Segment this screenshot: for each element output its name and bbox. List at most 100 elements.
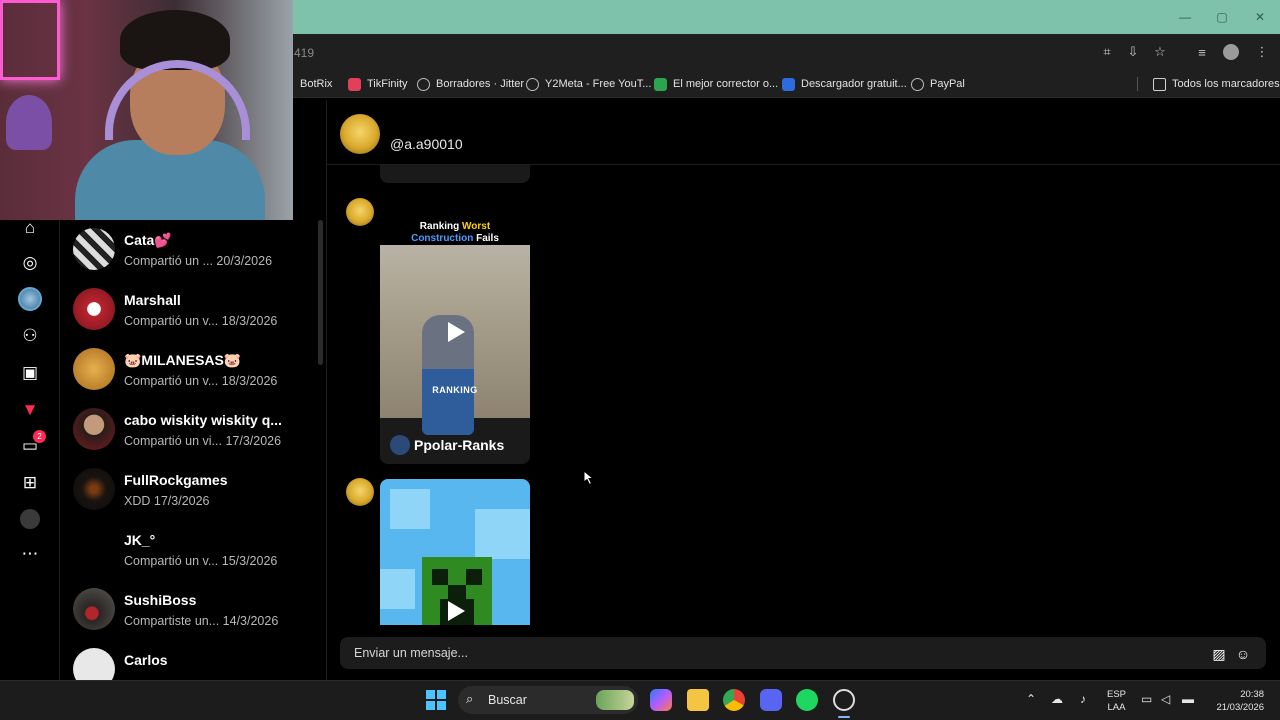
image-attach-icon[interactable]: ▨ <box>1210 645 1228 663</box>
bookmark-tikfinity[interactable]: TikFinity <box>348 75 408 93</box>
conversation-item-marshall[interactable]: Marshall Compartió un v... 18/3/2026 <box>73 280 318 340</box>
message-input[interactable] <box>354 637 1194 669</box>
conversation-preview: Compartió un vi... 17/3/2026 <box>124 434 282 448</box>
play-icon[interactable] <box>448 322 465 342</box>
chrome-icon[interactable] <box>723 689 745 711</box>
app-icon[interactable] <box>833 689 855 711</box>
avatar <box>73 348 115 390</box>
conversation-item-fullrockgames[interactable]: FullRockgames XDD 17/3/2026 <box>73 460 318 520</box>
bookmark-corrector[interactable]: El mejor corrector o... <box>654 75 778 93</box>
avatar <box>73 468 115 510</box>
conversation-preview: Compartió un v... 18/3/2026 <box>124 314 278 328</box>
folder-icon <box>1153 77 1166 91</box>
install-app-icon[interactable]: ⇩ <box>1124 43 1142 61</box>
home-icon[interactable]: ⌂ <box>18 216 42 240</box>
author-avatar <box>390 435 410 455</box>
windows-start-icon[interactable] <box>426 690 446 710</box>
conversation-name: JK_° <box>124 532 156 548</box>
conversation-preview: Compartiste un... 14/3/2026 <box>124 614 279 628</box>
emoji-icon[interactable]: ☺ <box>1234 645 1252 663</box>
author-name: Ppolar-Ranks <box>414 437 505 453</box>
activity-icon[interactable]: ▼ <box>18 398 42 422</box>
maximize-button[interactable]: ▢ <box>1203 0 1241 34</box>
conversation-name: Marshall <box>124 292 181 308</box>
avatar <box>73 408 115 450</box>
bookmark-jitter[interactable]: Borradores · Jitter <box>417 75 524 93</box>
profile-avatar-icon[interactable] <box>18 507 42 531</box>
shared-video-card[interactable] <box>380 479 530 625</box>
bookmark-y2meta[interactable]: Y2Meta - Free YouT... <box>526 75 651 93</box>
video-title-line1: Ranking Worst <box>419 221 491 232</box>
profile-avatar-icon[interactable] <box>1222 43 1240 61</box>
bookmark-descargador[interactable]: Descargador gratuit... <box>782 75 907 93</box>
bookmark-label: Descargador gratuit... <box>801 78 907 90</box>
conversation-item-cata[interactable]: Cata💕 Compartió un ... 20/3/2026 <box>73 220 318 280</box>
tray-overflow-icon[interactable]: ⌃ <box>1026 692 1036 706</box>
all-bookmarks-folder[interactable]: Todos los marcadores <box>1153 75 1280 93</box>
live-tv-icon[interactable]: ▣ <box>18 361 42 385</box>
close-button[interactable]: ✕ <box>1241 0 1279 34</box>
explore-compass-icon[interactable]: ◎ <box>18 251 42 275</box>
discord-icon[interactable] <box>760 689 782 711</box>
play-icon[interactable] <box>448 601 465 621</box>
webcam-overlay <box>0 0 293 220</box>
messages-badge: 2 <box>33 430 46 443</box>
plush-toy <box>6 95 52 150</box>
bookmark-label: BotRix <box>300 78 333 90</box>
conversation-preview: Compartió un v... 18/3/2026 <box>124 374 278 388</box>
conversation-item-sushiboss[interactable]: SushiBoss Compartiste un... 14/3/2026 <box>73 580 318 640</box>
previous-video-card[interactable] <box>380 165 530 183</box>
tikfinity-icon <box>348 77 361 91</box>
conversation-item-carlos[interactable]: Carlos <box>73 640 318 680</box>
more-icon[interactable]: ⋯ <box>18 542 42 566</box>
file-explorer-icon[interactable] <box>687 689 709 711</box>
conversation-name: Carlos <box>124 652 168 668</box>
conversation-preview: XDD 17/3/2026 <box>124 494 210 508</box>
video-overlay-label: RANKING <box>432 385 478 395</box>
volume-icon[interactable]: ◁ <box>1161 692 1170 706</box>
windows-taskbar <box>0 680 1280 720</box>
conversation-item-milanesas[interactable]: 🐷MILANESAS🐷 Compartió un v... 18/3/2026 <box>73 340 318 400</box>
battery-icon[interactable]: ▬ <box>1182 692 1194 706</box>
chat-header <box>327 100 1280 165</box>
upload-icon[interactable]: ⊞ <box>18 471 42 495</box>
input-language[interactable]: ESP LAA <box>1107 688 1126 714</box>
conversation-name: cabo wiskity wiskity q... <box>124 412 282 428</box>
message-input-container <box>340 637 1266 669</box>
microphone-icon[interactable]: ♪ <box>1080 692 1086 706</box>
video-author[interactable]: Ppolar-Ranks <box>390 435 504 455</box>
chat-handle[interactable]: @a.a90010 <box>390 136 463 152</box>
bookmark-label: PayPal <box>930 78 965 90</box>
system-clock[interactable]: 20:38 21/03/2026 <box>1212 688 1264 714</box>
neon-frame <box>0 0 60 80</box>
translate-icon[interactable]: ⌗ <box>1098 43 1116 61</box>
conversation-item-jk[interactable]: JK_° Compartió un v... 15/3/2026 <box>73 520 318 580</box>
globe-icon <box>417 77 430 91</box>
bookmarks-separator <box>1137 77 1138 91</box>
bookmark-paypal[interactable]: PayPal <box>911 75 965 93</box>
bookmark-star-icon[interactable]: ☆ <box>1151 43 1169 61</box>
bookmark-label: TikFinity <box>367 78 408 90</box>
browser-menu-icon[interactable]: ⋮ <box>1253 43 1271 61</box>
active-app-indicator <box>838 716 850 718</box>
messages-icon[interactable]: ▭ 2 <box>18 430 46 458</box>
spotify-icon[interactable] <box>796 689 818 711</box>
all-bookmarks-label: Todos los marcadores <box>1172 78 1280 90</box>
shared-video-card[interactable]: Ranking Worst Construction Fails RANKING… <box>380 199 530 464</box>
onedrive-icon[interactable]: ☁ <box>1051 692 1063 706</box>
following-avatar-icon[interactable] <box>18 287 42 311</box>
media-controls-icon[interactable]: ≡ <box>1193 43 1211 61</box>
network-icon[interactable]: ▭ <box>1141 692 1152 706</box>
copilot-icon[interactable] <box>650 689 672 711</box>
friends-icon[interactable]: ⚇ <box>18 324 42 348</box>
conversation-item-cabo[interactable]: cabo wiskity wiskity q... Compartió un v… <box>73 400 318 460</box>
conversation-name: 🐷MILANESAS🐷 <box>124 352 242 368</box>
message-avatar[interactable] <box>346 198 374 226</box>
chat-avatar[interactable] <box>340 114 380 154</box>
avatar <box>73 228 115 270</box>
minimize-button[interactable]: — <box>1166 0 1204 34</box>
bookmark-botrix[interactable]: BotRix <box>294 75 332 93</box>
address-bar-url-fragment[interactable]: 419 <box>294 46 314 60</box>
message-avatar[interactable] <box>346 478 374 506</box>
conversation-list-scrollbar[interactable] <box>318 220 323 365</box>
